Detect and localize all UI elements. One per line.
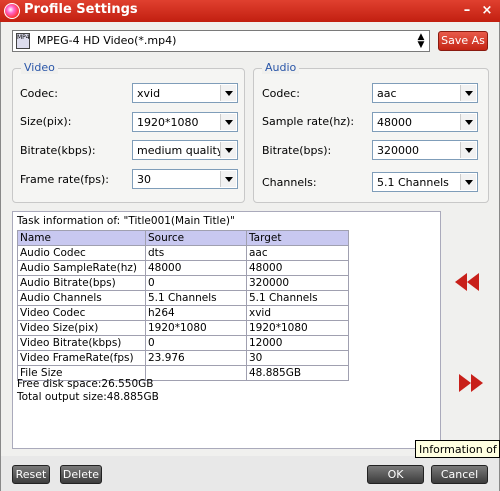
fast-forward-icon[interactable] xyxy=(459,374,483,392)
format-value: MPEG-4 HD Video(*.mp4) xyxy=(37,34,177,47)
audio-legend: Audio xyxy=(262,61,300,74)
rewind-icon[interactable] xyxy=(455,273,479,291)
table-row: Audio Bitrate(bps) 0 320000 xyxy=(17,275,349,291)
title-bar: Profile Settings – × xyxy=(0,0,500,22)
video-bitrate-value: medium quality xyxy=(137,144,224,157)
table-cell: Audio SampleRate(hz) xyxy=(17,260,146,276)
task-info-panel[interactable]: Task information of: "Title001(Main Titl… xyxy=(12,211,441,449)
audio-samplerate-label: Sample rate(hz): xyxy=(262,115,355,128)
table-cell: 1920*1080 xyxy=(246,320,349,336)
table-row: Audio Channels 5.1 Channels 5.1 Channels xyxy=(17,290,349,306)
video-codec-label: Codec: xyxy=(20,87,58,100)
audio-codec-label: Codec: xyxy=(262,87,300,100)
table-cell: 0 xyxy=(145,275,247,291)
total-output-size: Total output size:48.885GB xyxy=(17,391,159,403)
close-button[interactable]: × xyxy=(478,2,496,20)
table-cell: h264 xyxy=(145,305,247,321)
table-row: Video FrameRate(fps) 23.976 30 xyxy=(17,350,349,366)
video-codec-value: xvid xyxy=(137,87,161,100)
video-bitrate-select[interactable]: medium quality xyxy=(132,140,238,160)
task-info-title: Task information of: "Title001(Main Titl… xyxy=(17,215,235,227)
audio-samplerate-value: 48000 xyxy=(377,116,412,129)
video-size-select[interactable]: 1920*1080 xyxy=(132,112,238,132)
audio-channels-label: Channels: xyxy=(262,176,317,189)
video-framerate-label: Frame rate(fps): xyxy=(20,173,109,186)
window-title: Profile Settings xyxy=(24,2,138,17)
table-cell: Video FrameRate(fps) xyxy=(17,350,146,366)
chevron-down-icon[interactable] xyxy=(220,142,236,158)
video-size-label: Size(pix): xyxy=(20,115,72,128)
audio-samplerate-select[interactable]: 48000 xyxy=(372,112,478,132)
ok-button[interactable]: OK xyxy=(367,465,424,484)
table-cell: 1920*1080 xyxy=(145,320,247,336)
column-header: Target xyxy=(246,230,349,246)
table-cell: Audio Channels xyxy=(17,290,146,306)
tooltip: Information of xyxy=(415,440,500,458)
delete-button[interactable]: Delete xyxy=(60,465,102,484)
audio-channels-value: 5.1 Channels xyxy=(377,176,449,189)
table-row: Video Codec h264 xvid xyxy=(17,305,349,321)
audio-codec-value: aac xyxy=(377,87,397,100)
audio-channels-select[interactable]: 5.1 Channels xyxy=(372,172,478,192)
video-framerate-value: 30 xyxy=(137,173,151,186)
video-bitrate-label: Bitrate(kbps): xyxy=(20,144,96,157)
table-cell: 48000 xyxy=(246,260,349,276)
table-cell: Audio Codec xyxy=(17,245,146,261)
table-cell: dts xyxy=(145,245,247,261)
table-row: Video Size(pix) 1920*1080 1920*1080 xyxy=(17,320,349,336)
chevron-down-icon[interactable] xyxy=(220,171,236,187)
table-cell: 12000 xyxy=(246,335,349,351)
table-cell: 30 xyxy=(246,350,349,366)
table-cell: xvid xyxy=(246,305,349,321)
chevron-down-icon[interactable] xyxy=(220,114,236,130)
table-cell: 48.885GB xyxy=(246,365,349,381)
save-as-button[interactable]: Save As xyxy=(438,31,488,51)
chevron-down-icon[interactable] xyxy=(460,142,476,158)
app-logo-icon xyxy=(4,3,20,19)
column-header: Name xyxy=(17,230,146,246)
table-cell: Video Size(pix) xyxy=(17,320,146,336)
table-cell: Video Codec xyxy=(17,305,146,321)
table-row: Audio Codec dts aac xyxy=(17,245,349,261)
table-cell xyxy=(145,365,247,381)
task-info-table: Name Source Target Audio Codec dts aac Aud… xyxy=(17,230,349,381)
cancel-button[interactable]: Cancel xyxy=(431,465,488,484)
chevron-down-icon[interactable] xyxy=(220,85,236,101)
table-cell: 48000 xyxy=(145,260,247,276)
chevron-down-icon[interactable] xyxy=(460,114,476,130)
table-row: Audio SampleRate(hz) 48000 48000 xyxy=(17,260,349,276)
table-cell: 320000 xyxy=(246,275,349,291)
table-header-row: Name Source Target xyxy=(17,230,349,246)
table-row: Video Bitrate(kbps) 0 12000 xyxy=(17,335,349,351)
table-cell: 5.1 Channels xyxy=(246,290,349,306)
table-cell: Video Bitrate(kbps) xyxy=(17,335,146,351)
reset-button[interactable]: Reset xyxy=(12,465,50,484)
table-cell: aac xyxy=(246,245,349,261)
table-cell: 0 xyxy=(145,335,247,351)
audio-bitrate-label: Bitrate(bps): xyxy=(262,144,332,157)
audio-bitrate-select[interactable]: 320000 xyxy=(372,140,478,160)
table-cell: Audio Bitrate(bps) xyxy=(17,275,146,291)
column-header: Source xyxy=(145,230,247,246)
video-size-value: 1920*1080 xyxy=(137,116,199,129)
table-cell: 23.976 xyxy=(145,350,247,366)
chevron-down-icon[interactable] xyxy=(460,85,476,101)
chevron-down-icon[interactable] xyxy=(460,174,476,190)
table-cell: 5.1 Channels xyxy=(145,290,247,306)
video-legend: Video xyxy=(21,61,58,74)
video-framerate-select[interactable]: 30 xyxy=(132,169,238,189)
minimize-button[interactable]: – xyxy=(458,2,476,20)
video-codec-select[interactable]: xvid xyxy=(132,83,238,103)
format-select[interactable]: MP4 MPEG-4 HD Video(*.mp4) ▲ ▼ xyxy=(12,30,430,52)
free-disk-space: Free disk space:26.550GB xyxy=(17,378,154,390)
audio-bitrate-value: 320000 xyxy=(377,144,419,157)
spinner-arrows-icon[interactable]: ▲ ▼ xyxy=(416,33,426,50)
audio-codec-select[interactable]: aac xyxy=(372,83,478,103)
mp4-file-icon: MP4 xyxy=(16,33,30,49)
